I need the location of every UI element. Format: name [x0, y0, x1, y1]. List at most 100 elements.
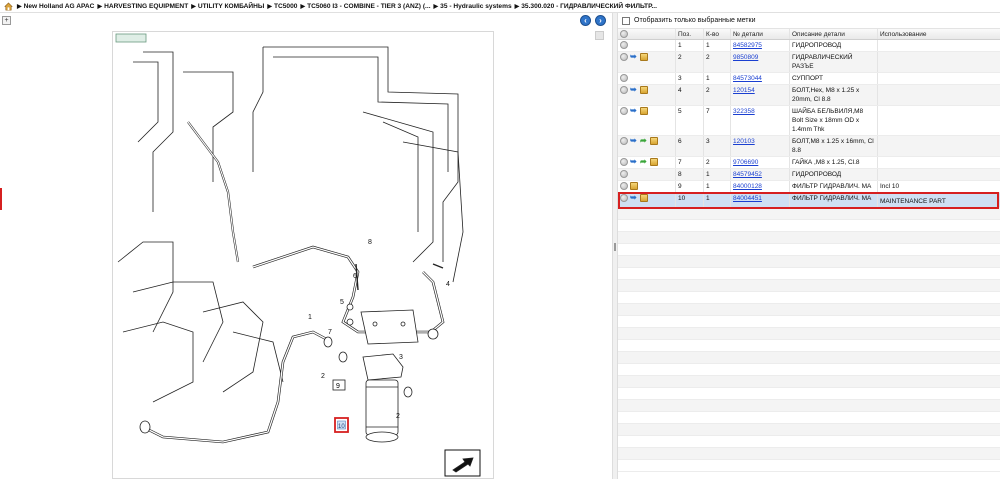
breadcrumb-item[interactable]: ▶ 35 - Hydraulic systems	[434, 3, 512, 10]
breadcrumb-label[interactable]: New Holland AG APAC	[24, 3, 95, 10]
expand-button[interactable]: +	[2, 16, 11, 25]
cell-description: ГИДРОПРОВОД	[790, 40, 878, 51]
replacement-arrow-icon[interactable]: ➥	[630, 86, 638, 94]
home-icon[interactable]	[4, 2, 13, 11]
replacement-arrow-icon[interactable]: ➥	[630, 137, 638, 145]
package-icon[interactable]	[640, 107, 648, 115]
replacement-arrow-icon[interactable]: ➥	[630, 158, 638, 166]
info-icon[interactable]	[620, 170, 628, 178]
package-icon[interactable]	[650, 158, 658, 166]
breadcrumb-item[interactable]: ▶ TC5060 I3 - COMBINE - TIER 3 (ANZ) (...	[300, 3, 430, 10]
cell-part-number[interactable]: 84573044	[731, 73, 790, 84]
green-arrow-icon[interactable]: ➦	[640, 137, 648, 145]
info-icon[interactable]	[620, 53, 628, 61]
cell-description-text: СУППОРТ	[792, 75, 824, 82]
cell-description: ГАЙКА ,M8 x 1.25, Cl.8	[790, 157, 878, 168]
breadcrumb-item[interactable]: ▶ UTILITY КОМБАЙНЫ	[191, 3, 264, 10]
row-icons	[618, 169, 676, 180]
package-icon[interactable]	[640, 53, 648, 61]
breadcrumb-label[interactable]: 35.300.020 - ГИДРАВЛИЧЕСКИЙ ФИЛЬТР...	[521, 3, 657, 10]
table-row[interactable]: 8 1 84579452 ГИДРОПРОВОД	[618, 169, 1000, 181]
cell-part-number[interactable]: 84582975	[731, 40, 790, 51]
breadcrumb-item[interactable]: ▶ TC5000	[267, 3, 297, 10]
part-number-link[interactable]: 9850809	[733, 54, 758, 61]
breadcrumb-label[interactable]: UTILITY КОМБАЙНЫ	[198, 3, 264, 10]
diagram-toolbar: + ‹ ›	[0, 13, 612, 28]
table-row[interactable]: 3 1 84573044 СУППОРТ	[618, 73, 1000, 85]
part-number-link[interactable]: 322358	[733, 108, 755, 115]
breadcrumb-label[interactable]: HARVESTING EQUIPMENT	[104, 3, 188, 10]
part-number-link[interactable]: 84579452	[733, 171, 762, 178]
info-icon[interactable]	[620, 74, 628, 82]
callout-9-box[interactable]: 9	[332, 379, 346, 391]
table-row[interactable]: ➥ ➦ 6 3 120103 БОЛТ,M8 x 1.25 x 16mm, Cl 8.8	[618, 136, 1000, 157]
callout-10-box[interactable]: 10	[334, 417, 349, 433]
info-badge[interactable]	[115, 33, 147, 43]
table-row[interactable]: ➥ ➦ 7 2 9706690 ГАЙКА ,M8 x 1.25, Cl.8	[618, 157, 1000, 169]
header-pos[interactable]: Поз.	[676, 29, 704, 39]
splitter-grip[interactable]	[614, 243, 616, 251]
part-number-link[interactable]: 84582975	[733, 42, 762, 49]
cell-description-text: ФИЛЬТР ГИДРАВЛИЧ. МА	[792, 183, 872, 190]
previous-button[interactable]: ‹	[580, 15, 591, 26]
breadcrumb-item[interactable]: ▶ HARVESTING EQUIPMENT	[97, 3, 188, 10]
table-row[interactable]: ➥ 5 7 322358 ШАЙБА БЕЛЬВИЛЯ,M8 Bolt Size x 1…	[618, 106, 1000, 136]
breadcrumb-arrow-icon: ▶	[97, 3, 103, 10]
cell-qty-text: 2	[706, 87, 710, 94]
table-row[interactable]: ➥ 2 2 9850809 ГИДРАВЛИЧЕСКИЙ РАЗЪЕ	[618, 52, 1000, 73]
table-row[interactable]: ➥ 4 2 120154 БОЛТ,Hex, M8 x 1.25 x 20mm, Cl …	[618, 85, 1000, 106]
cell-part-number[interactable]: 9706690	[731, 157, 790, 168]
cell-description-text: БОЛТ,Hex, M8 x 1.25 x 20mm, Cl 8.8	[792, 87, 860, 103]
info-icon[interactable]	[620, 182, 628, 190]
svg-text:9: 9	[336, 383, 340, 390]
replacement-arrow-icon[interactable]: ➥	[630, 107, 638, 115]
breadcrumb-item[interactable]: ▶ New Holland AG APAC	[17, 3, 94, 10]
breadcrumb-item[interactable]: ▶ 35.300.020 - ГИДРАВЛИЧЕСКИЙ ФИЛЬТР...	[515, 3, 657, 10]
exploded-view-drawing[interactable]: 1 2 3 4 5 6 7 8 2 9 10	[113, 32, 495, 480]
next-button[interactable]: ›	[595, 15, 606, 26]
part-number-link[interactable]: 84000128	[733, 183, 762, 190]
empty-row	[618, 400, 1000, 412]
package-icon[interactable]	[630, 182, 638, 190]
cell-part-number[interactable]: 120103	[731, 136, 790, 156]
parts-diagram[interactable]: 1 2 3 4 5 6 7 8 2 9 10	[112, 31, 494, 479]
show-selected-checkbox[interactable]	[622, 16, 630, 25]
info-icon[interactable]	[620, 158, 628, 166]
info-icon[interactable]	[620, 86, 628, 94]
empty-row	[618, 328, 1000, 340]
header-desc[interactable]: Описание детали	[790, 29, 878, 39]
breadcrumb-label[interactable]: TC5060 I3 - COMBINE - TIER 3 (ANZ) (...	[307, 3, 430, 10]
part-number-link[interactable]: 120103	[733, 138, 755, 145]
header-qty[interactable]: К-во	[704, 29, 731, 39]
cell-pos-text: 8	[678, 171, 682, 178]
cell-qty: 2	[704, 52, 731, 72]
cell-part-number[interactable]: 120154	[731, 85, 790, 105]
callout-1: 1	[308, 314, 312, 321]
header-part-no[interactable]: № детали	[731, 29, 790, 39]
info-icon[interactable]	[620, 41, 628, 49]
empty-row	[618, 232, 1000, 244]
info-icon[interactable]	[620, 107, 628, 115]
cell-pos-text: 6	[678, 138, 682, 145]
empty-row	[618, 220, 1000, 232]
replacement-arrow-icon[interactable]: ➥	[630, 53, 638, 61]
scroll-handle[interactable]	[595, 31, 604, 40]
cell-part-number[interactable]: 84579452	[731, 169, 790, 180]
part-number-link[interactable]: 120154	[733, 87, 755, 94]
cell-part-number[interactable]: 9850809	[731, 52, 790, 72]
cell-part-number[interactable]: 322358	[731, 106, 790, 135]
cell-usage	[878, 73, 1000, 84]
breadcrumb-label[interactable]: 35 - Hydraulic systems	[440, 3, 511, 10]
part-number-link[interactable]: 84573044	[733, 75, 762, 82]
header-usage[interactable]: Использование	[878, 29, 1000, 39]
cell-qty: 3	[704, 136, 731, 156]
cell-description: ГИДРОПРОВОД	[790, 169, 878, 180]
package-icon[interactable]	[640, 86, 648, 94]
table-row[interactable]: 1 1 84582975 ГИДРОПРОВОД	[618, 40, 1000, 52]
cell-part-number[interactable]: 84000128	[731, 181, 790, 192]
part-number-link[interactable]: 9706690	[733, 159, 758, 166]
green-arrow-icon[interactable]: ➦	[640, 158, 648, 166]
package-icon[interactable]	[650, 137, 658, 145]
info-icon[interactable]	[620, 137, 628, 145]
breadcrumb-label[interactable]: TC5000	[274, 3, 297, 10]
